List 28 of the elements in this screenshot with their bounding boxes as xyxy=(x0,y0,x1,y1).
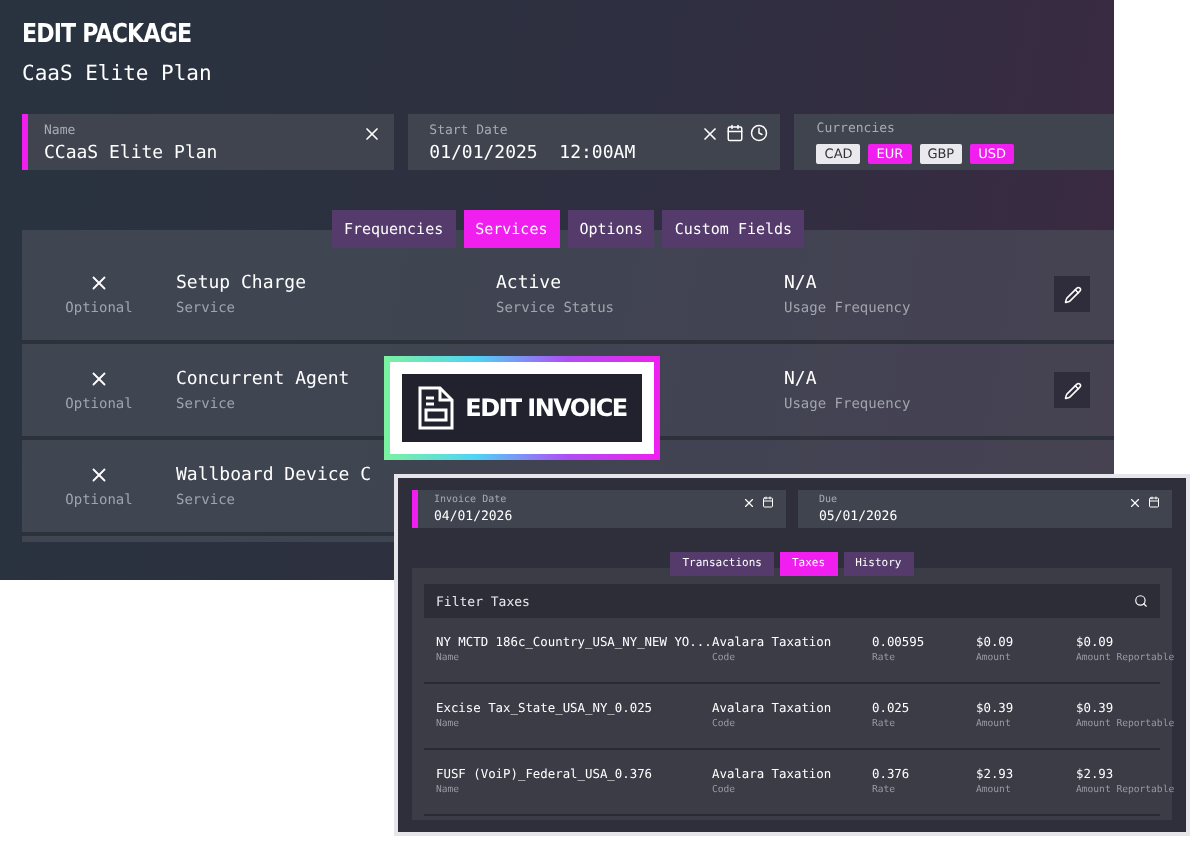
pencil-icon xyxy=(1063,381,1081,399)
clear-icon[interactable] xyxy=(1128,496,1142,510)
field-value: 01/01/2025 12:00AM xyxy=(429,143,636,163)
service-name: Concurrent Agent xyxy=(176,369,350,389)
calendar-icon[interactable] xyxy=(1148,496,1160,508)
edit-button[interactable] xyxy=(1054,372,1090,408)
clear-icon[interactable] xyxy=(700,124,721,144)
calendar-icon[interactable] xyxy=(761,496,773,508)
document-icon xyxy=(417,386,454,430)
cross-icon xyxy=(88,272,110,294)
package-subtitle: CaaS Elite Plan xyxy=(22,62,214,86)
clear-icon[interactable] xyxy=(361,124,382,144)
usage-frequency: N/A xyxy=(784,369,817,389)
pencil-icon xyxy=(1063,285,1081,303)
service-status: Active xyxy=(496,273,562,293)
calendar-icon[interactable] xyxy=(726,124,745,142)
search-icon[interactable] xyxy=(1134,594,1148,608)
clear-icon[interactable] xyxy=(741,496,755,510)
service-name: Wallboard Device C xyxy=(176,465,372,485)
service-name: Setup Charge xyxy=(176,273,307,293)
page-title: EDIT PACKAGE xyxy=(22,20,192,50)
badge-text: EDIT INVOICE xyxy=(465,394,627,422)
edit-button[interactable] xyxy=(1054,276,1090,312)
cross-icon xyxy=(88,368,110,390)
usage-frequency: N/A xyxy=(784,273,817,293)
cross-icon xyxy=(88,464,110,486)
clock-icon[interactable] xyxy=(750,124,769,142)
field-value: CCaaS Elite Plan xyxy=(44,143,218,163)
